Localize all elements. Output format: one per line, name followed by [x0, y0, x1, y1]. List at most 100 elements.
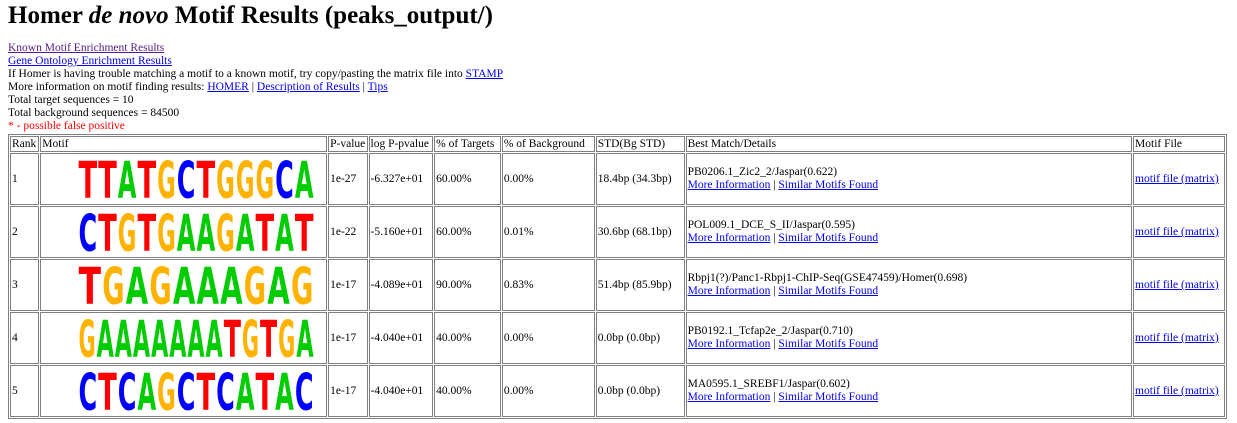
logo-letter: A: [275, 366, 294, 416]
logo-letter: T: [98, 207, 117, 257]
logo-letter: G: [216, 207, 235, 257]
similar-motifs-link[interactable]: Similar Motifs Found: [778, 338, 878, 350]
motif-logo: TTATGCTGGGCA: [40, 153, 328, 205]
logo-letter: A: [170, 313, 187, 363]
logo-letter: T: [138, 154, 157, 204]
table-row: 5 CTCAGCTCATAC 1e-17 -4.040e+01 40.00% 0…: [10, 365, 1225, 417]
targets-cell: 60.00%: [434, 206, 501, 258]
logo-letter: A: [138, 366, 157, 416]
motif-file-cell: motif file (matrix): [1133, 312, 1225, 364]
total-targets: Total target sequences = 10: [8, 94, 134, 106]
header-std: STD(Bg STD): [595, 136, 685, 152]
more-information-link[interactable]: More Information: [688, 391, 771, 403]
best-match-cell: Rbpj1(?)/Panc1-Rbpj1-ChIP-Seq(GSE47459)/…: [685, 259, 1133, 311]
header-background: % of Background: [501, 136, 595, 152]
motif-file-link[interactable]: motif file (matrix): [1135, 226, 1219, 238]
rank-cell: 2: [10, 206, 40, 258]
table-header-row: Rank Motif P-value log P-pvalue % of Tar…: [10, 136, 1225, 152]
logo-letter: T: [256, 207, 275, 257]
stamp-text: If Homer is having trouble matching a mo…: [8, 68, 466, 80]
logo-letter: T: [79, 154, 98, 204]
logo-letter: A: [197, 260, 219, 310]
more-info-line: More information on motif finding result…: [8, 81, 503, 94]
stamp-link[interactable]: STAMP: [466, 68, 503, 80]
rank-cell: 3: [10, 259, 40, 311]
sequence-logo: GAAAAAAATGTGA: [79, 313, 314, 363]
description-link[interactable]: Description of Results: [257, 81, 360, 93]
std-cell: 18.4bp (34.3bp): [595, 153, 685, 205]
logo-letter: G: [256, 154, 275, 204]
best-match-text: MA0595.1_SREBF1/Jaspar(0.602): [687, 378, 850, 390]
logo-letter: T: [224, 313, 241, 363]
best-match-cell: PB0192.1_Tcfap2e_2/Jaspar(0.710) More In…: [685, 312, 1133, 364]
logo-letter: T: [98, 366, 117, 416]
table-row: 2 CTGTGAAGATAT 1e-22 -5.160e+01 60.00% 0…: [10, 206, 1225, 258]
total-background: Total background sequences = 84500: [8, 107, 180, 119]
homer-link[interactable]: HOMER: [207, 81, 249, 93]
rank-cell: 1: [10, 153, 40, 205]
title-prefix: Homer: [8, 2, 89, 29]
logo-letter: C: [79, 366, 98, 416]
background-cell: 0.00%: [501, 365, 595, 417]
logo-letter: A: [297, 313, 314, 363]
logo-letter: G: [244, 260, 266, 310]
logo-letter: C: [177, 154, 196, 204]
log-pvalue-cell: -4.040e+01: [368, 312, 434, 364]
logo-letter: A: [133, 313, 150, 363]
logo-letter: C: [118, 366, 137, 416]
log-pvalue-cell: -5.160e+01: [368, 206, 434, 258]
header-motif: Motif: [40, 136, 328, 152]
header-targets: % of Targets: [434, 136, 501, 152]
pvalue-cell: 1e-27: [328, 153, 368, 205]
std-cell: 0.0bp (0.0bp): [595, 365, 685, 417]
false-positive-note: * - possible false positive: [8, 120, 125, 132]
info-block: Known Motif Enrichment Results Gene Onto…: [8, 42, 503, 133]
pvalue-cell: 1e-17: [328, 259, 368, 311]
known-motif-link[interactable]: Known Motif Enrichment Results: [8, 42, 164, 54]
sequence-logo: TGAGAAAGAG: [79, 260, 314, 310]
similar-motifs-link[interactable]: Similar Motifs Found: [778, 285, 878, 297]
motif-file-link[interactable]: motif file (matrix): [1135, 173, 1219, 185]
separator: |: [248, 81, 257, 93]
table-row: 3 TGAGAAAGAG 1e-17 -4.089e+01 90.00% 0.8…: [10, 259, 1225, 311]
motif-file-link[interactable]: motif file (matrix): [1135, 279, 1219, 291]
header-pvalue: P-value: [328, 136, 368, 152]
motif-file-link[interactable]: motif file (matrix): [1135, 385, 1219, 397]
logo-letter: T: [260, 313, 277, 363]
title-suffix: Motif Results (peaks_output/): [168, 2, 493, 29]
sequence-logo: CTGTGAAGATAT: [79, 207, 314, 257]
best-match-text: POL009.1_DCE_S_II/Jaspar(0.595): [687, 219, 855, 231]
more-information-link[interactable]: More Information: [688, 232, 771, 244]
logo-letter: C: [216, 366, 235, 416]
similar-motifs-link[interactable]: Similar Motifs Found: [778, 179, 878, 191]
logo-letter: T: [295, 207, 314, 257]
more-information-link[interactable]: More Information: [688, 179, 771, 191]
similar-motifs-link[interactable]: Similar Motifs Found: [778, 391, 878, 403]
motif-file-link[interactable]: motif file (matrix): [1135, 332, 1219, 344]
motif-logo: GAAAAAAATGTGA: [40, 312, 328, 364]
gene-ontology-link[interactable]: Gene Ontology Enrichment Results: [8, 55, 172, 67]
std-cell: 0.0bp (0.0bp): [595, 312, 685, 364]
sequence-logo: CTCAGCTCATAC: [79, 366, 314, 416]
logo-letter: G: [79, 313, 96, 363]
similar-motifs-link[interactable]: Similar Motifs Found: [778, 232, 878, 244]
best-match-cell: POL009.1_DCE_S_II/Jaspar(0.595) More Inf…: [685, 206, 1133, 258]
best-match-text: PB0192.1_Tcfap2e_2/Jaspar(0.710): [687, 325, 853, 337]
logo-letter: A: [275, 207, 294, 257]
more-information-link[interactable]: More Information: [688, 285, 771, 297]
logo-letter: A: [236, 366, 255, 416]
logo-letter: A: [151, 313, 168, 363]
logo-letter: G: [150, 260, 172, 310]
tips-link[interactable]: Tips: [368, 81, 388, 93]
sequence-logo: TTATGCTGGGCA: [79, 154, 314, 204]
logo-letter: T: [197, 154, 216, 204]
more-information-link[interactable]: More Information: [688, 338, 771, 350]
pvalue-cell: 1e-22: [328, 206, 368, 258]
page-title: Homer de novo Motif Results (peaks_outpu…: [8, 1, 493, 31]
header-log-pvalue: log P-pvalue: [368, 136, 434, 152]
motif-file-cell: motif file (matrix): [1133, 259, 1225, 311]
table-row: 4 GAAAAAAATGTGA 1e-17 -4.040e+01 40.00% …: [10, 312, 1225, 364]
std-cell: 51.4bp (85.9bp): [595, 259, 685, 311]
rank-cell: 4: [10, 312, 40, 364]
logo-letter: A: [118, 154, 137, 204]
